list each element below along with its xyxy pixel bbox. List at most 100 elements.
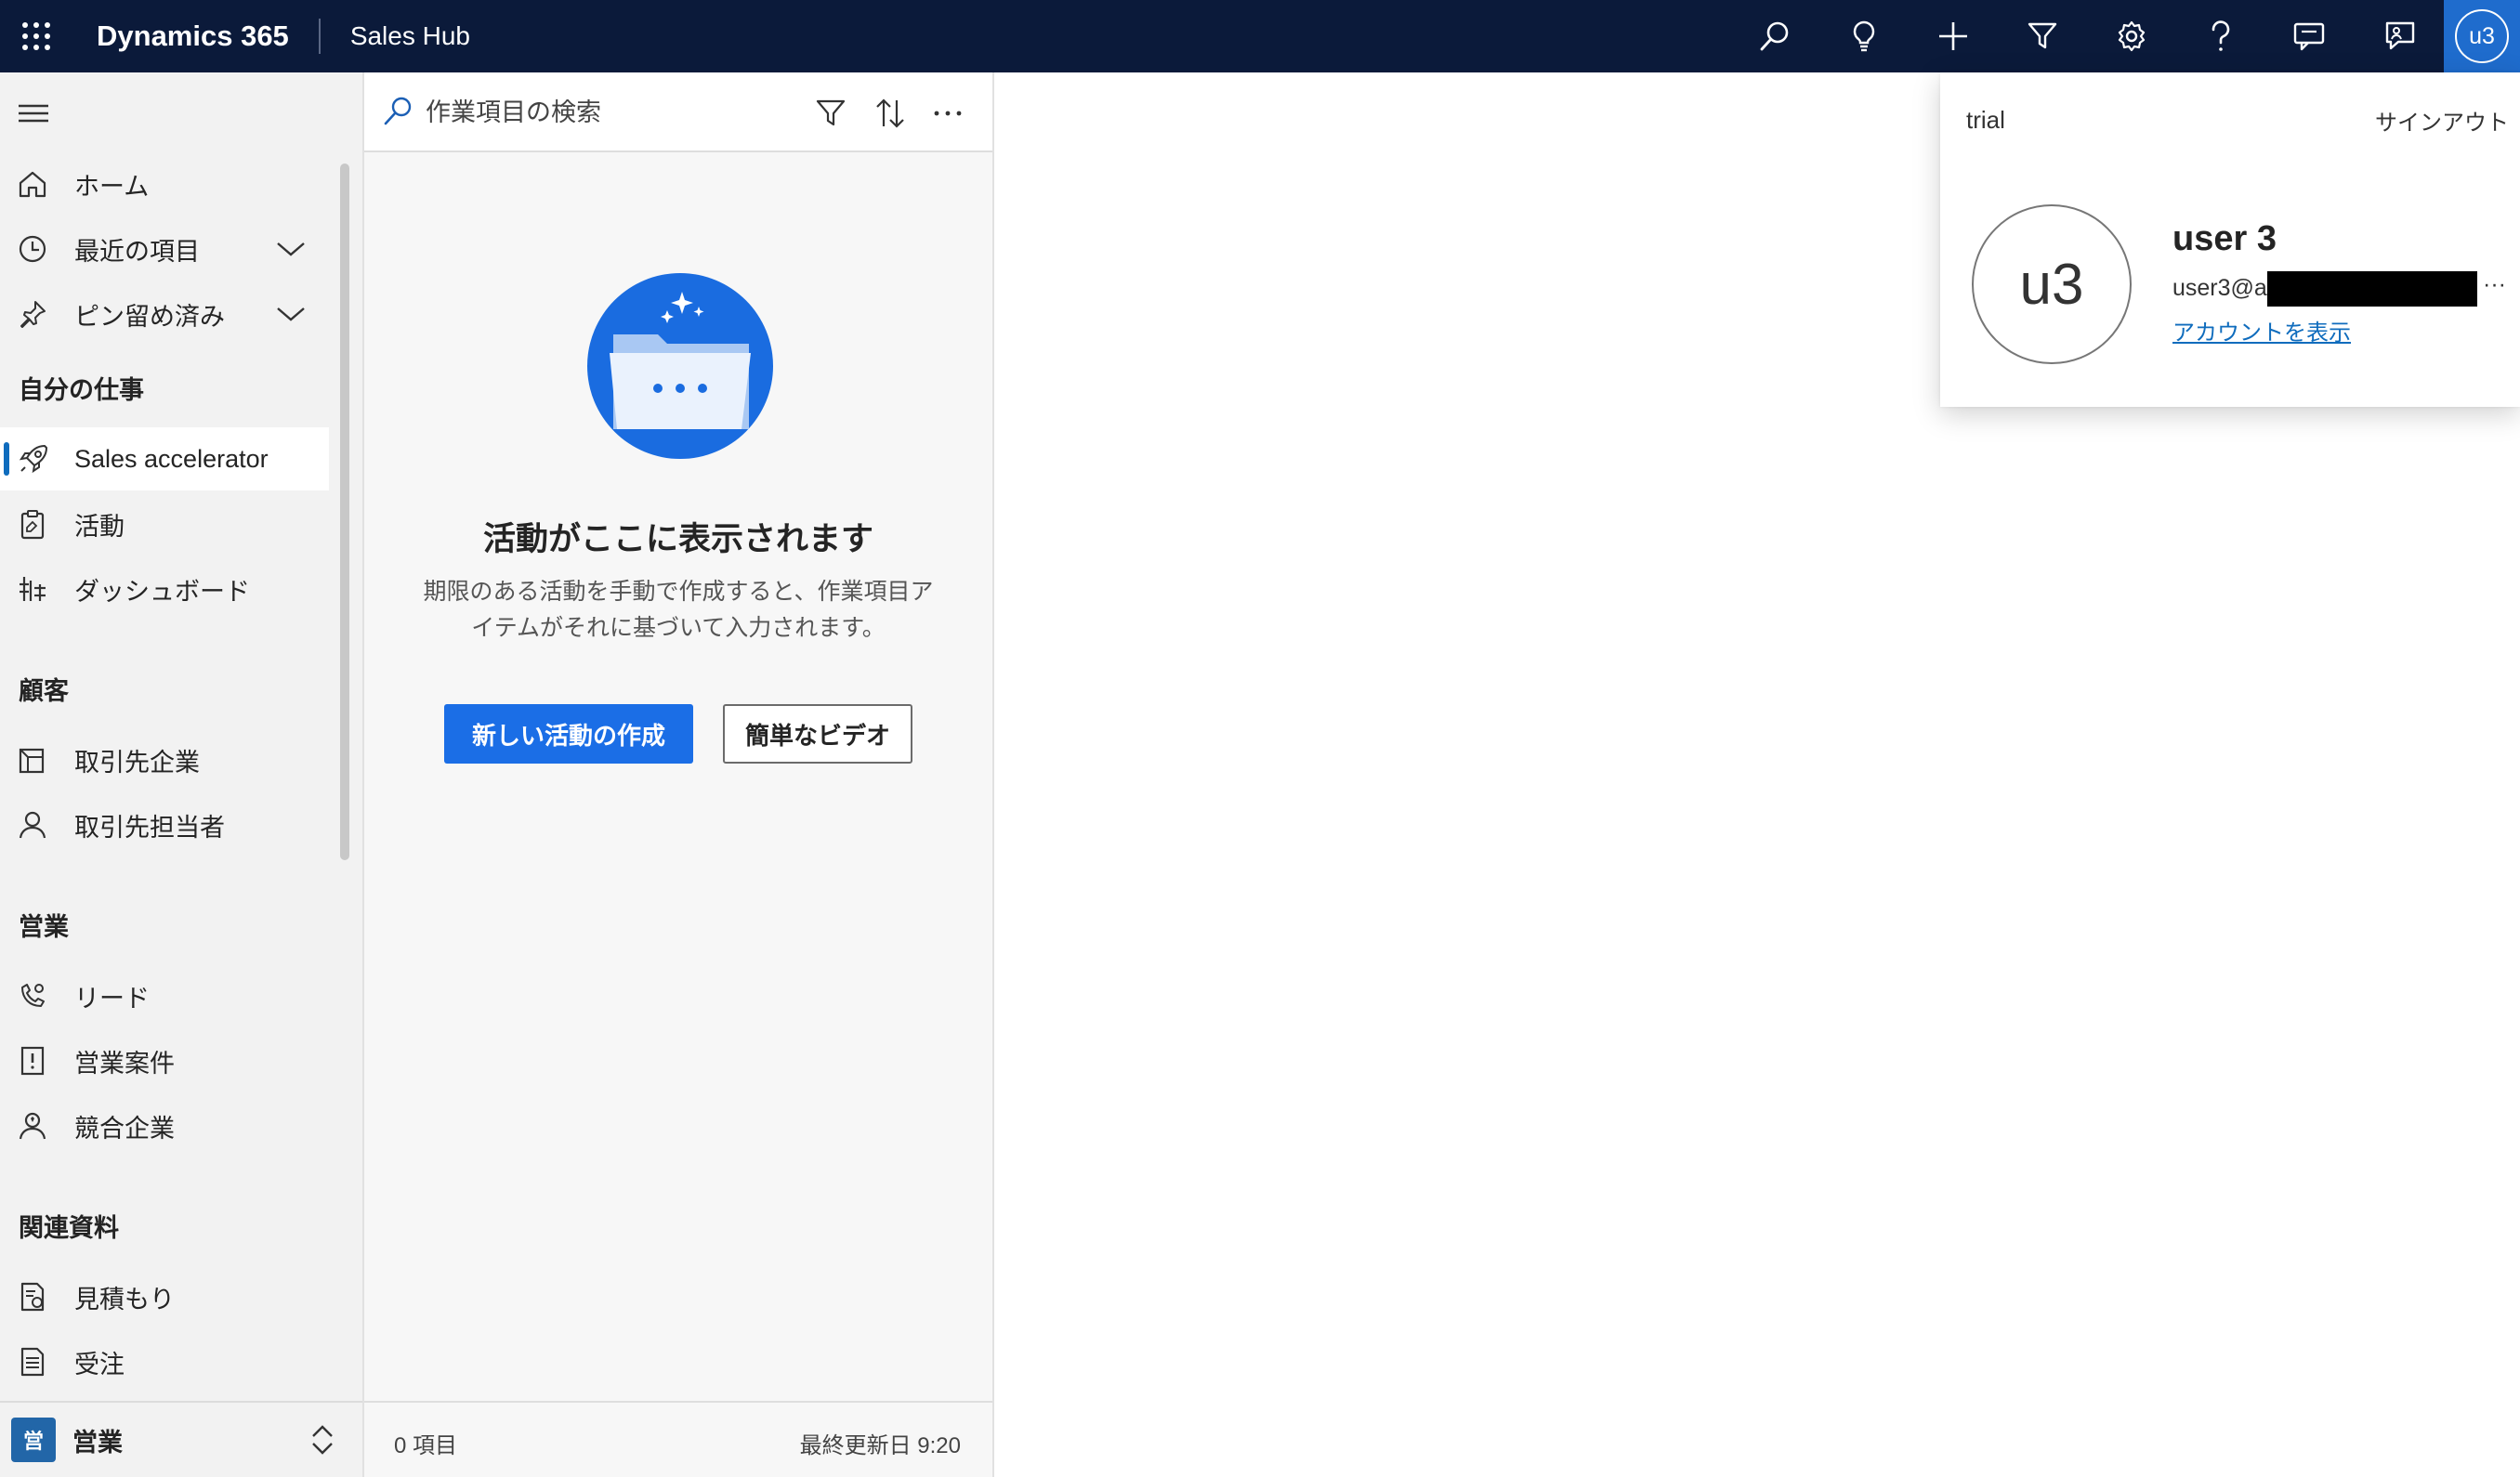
feedback-icon [2385, 21, 2415, 50]
quick-video-button[interactable]: 簡単なビデオ [723, 704, 912, 764]
sidebar-item-home[interactable]: ホーム [0, 152, 329, 216]
last-updated: 最終更新日 9:20 [799, 1433, 961, 1458]
hub-title[interactable]: Sales Hub [350, 21, 470, 51]
sort-button[interactable] [870, 93, 911, 134]
folder-sparkle-icon [587, 273, 773, 459]
group-label-sales: 営業 [19, 913, 69, 941]
filter-icon [2028, 22, 2057, 49]
area-switcher[interactable]: 営 営業 [0, 1401, 362, 1477]
empty-state-description-line: イテムがそれに基づいて入力されます。 [471, 615, 886, 641]
sidebar-item-activities[interactable]: 活動 [0, 492, 329, 556]
more-options-button[interactable] [927, 93, 968, 134]
empty-state-description: 期限のある活動を手動で作成すると、作業項目ア イテムがそれに基づいて入力されます… [418, 574, 938, 647]
sidebar-scrollbar[interactable] [340, 163, 349, 860]
account-flyout: trial サインアウト u3 user 3 user3@a ··· アカウント… [1940, 72, 2520, 407]
sidebar-item-label: 競合企業 [74, 1114, 175, 1143]
sidebar-item-leads[interactable]: リード [0, 964, 329, 1027]
competitor-icon [17, 1110, 54, 1142]
area-label: 営業 [72, 1428, 123, 1457]
sidebar-item-label: ダッシュボード [74, 577, 250, 606]
chat-button[interactable] [2265, 0, 2355, 72]
new-record-button[interactable] [1909, 0, 1998, 72]
account-button[interactable]: u3 [2444, 0, 2520, 72]
sidebar-item-opportunities[interactable]: 営業案件 [0, 1029, 329, 1092]
view-account-link[interactable]: アカウントを表示 [2172, 314, 2351, 346]
sidebar-item-competitors[interactable]: 競合企業 [0, 1094, 329, 1157]
sign-out-link[interactable]: サインアウト [2375, 104, 2509, 137]
group-label-collateral: 関連資料 [19, 1214, 119, 1242]
collapse-nav-button[interactable] [17, 100, 50, 126]
filter-icon [816, 99, 846, 126]
empty-state-description-line: 期限のある活動を手動で作成すると、作業項目ア [423, 579, 934, 605]
chevron-up-down-icon [308, 1423, 336, 1457]
sidebar-item-sales-accelerator[interactable]: Sales accelerator [0, 427, 329, 490]
sidebar-item-label: リード [74, 984, 150, 1013]
top-bar-actions: u3 [1730, 0, 2520, 72]
search-icon [1760, 21, 1789, 51]
more-icon [934, 111, 962, 116]
user-email: user3@a [2172, 275, 2267, 301]
sidebar-item-orders[interactable]: 受注 [0, 1330, 329, 1392]
create-activity-button[interactable]: 新しい活動の作成 [444, 704, 693, 764]
title-divider [318, 19, 321, 54]
sidebar-item-label: 見積もり [74, 1285, 175, 1314]
sort-icon [876, 98, 904, 128]
ideas-button[interactable] [1819, 0, 1909, 72]
hamburger-icon [19, 104, 48, 123]
phone-person-icon [17, 980, 54, 1012]
rocket-icon [17, 442, 54, 476]
app-title[interactable]: Dynamics 365 [97, 20, 289, 53]
pin-icon [17, 298, 54, 330]
sidebar-item-quotes[interactable]: 見積もり [0, 1265, 329, 1328]
work-list-toolbar [364, 72, 992, 152]
help-icon [2212, 20, 2230, 51]
settings-button[interactable] [2087, 0, 2176, 72]
opportunity-icon [17, 1045, 54, 1077]
sidebar-item-label: 最近の項目 [74, 237, 200, 266]
chevron-down-icon[interactable] [275, 236, 307, 262]
sidebar-item-label: 受注 [74, 1350, 125, 1379]
sidebar-item-pinned[interactable]: ピン留め済み [0, 282, 329, 346]
sidebar-item-label: 取引先企業 [74, 748, 200, 777]
app-launcher-button[interactable] [0, 0, 72, 72]
help-button[interactable] [2176, 0, 2265, 72]
settings-icon [2118, 20, 2146, 52]
item-count: 0 項目 [394, 1433, 458, 1458]
sidebar-item-label: Sales accelerator [74, 444, 269, 473]
search-icon [381, 95, 414, 128]
sidebar-item-contacts[interactable]: 取引先担当者 [0, 793, 329, 856]
order-icon [17, 1346, 54, 1378]
sidebar-item-label: ホーム [74, 172, 150, 201]
work-item-search-input[interactable] [424, 91, 706, 134]
chevron-down-icon[interactable] [275, 301, 307, 327]
clock-icon [17, 233, 54, 265]
sidebar-item-label: ピン留め済み [74, 302, 225, 331]
area-badge: 営 [11, 1418, 56, 1462]
sidebar-item-label: 取引先担当者 [74, 813, 225, 842]
sidebar-item-dashboards[interactable]: ダッシュボード [0, 557, 329, 621]
sidebar-item-recent[interactable]: 最近の項目 [0, 217, 329, 281]
group-label-my-work: 自分の仕事 [19, 376, 144, 404]
home-icon [17, 168, 54, 200]
waffle-icon [22, 22, 50, 50]
sidebar-item-accounts[interactable]: 取引先企業 [0, 728, 329, 791]
sidebar-item-label: 営業案件 [74, 1049, 175, 1078]
sitemap-sidebar: ホーム 最近の項目 ピン留め済み 自分の仕事 Sales accelerator… [0, 72, 364, 1477]
email-overflow: ··· [2483, 271, 2506, 297]
user-avatar: u3 [1972, 204, 2132, 364]
feedback-button[interactable] [2355, 0, 2444, 72]
advanced-filter-button[interactable] [1998, 0, 2087, 72]
user-name: user 3 [2172, 219, 2277, 258]
clipboard-icon [17, 508, 54, 540]
quote-icon [17, 1281, 54, 1313]
person-icon [17, 809, 54, 841]
filter-button[interactable] [810, 93, 851, 134]
sidebar-item-label: 活動 [74, 512, 125, 541]
organization-name: trial [1966, 106, 2005, 134]
plus-icon [1939, 22, 1967, 50]
redacted-block [2267, 271, 2477, 307]
search-button[interactable] [1730, 0, 1819, 72]
dashboard-icon [17, 573, 54, 605]
group-label-customers: 顧客 [19, 677, 69, 705]
work-list-footer: 0 項目 最終更新日 9:20 [364, 1401, 992, 1477]
